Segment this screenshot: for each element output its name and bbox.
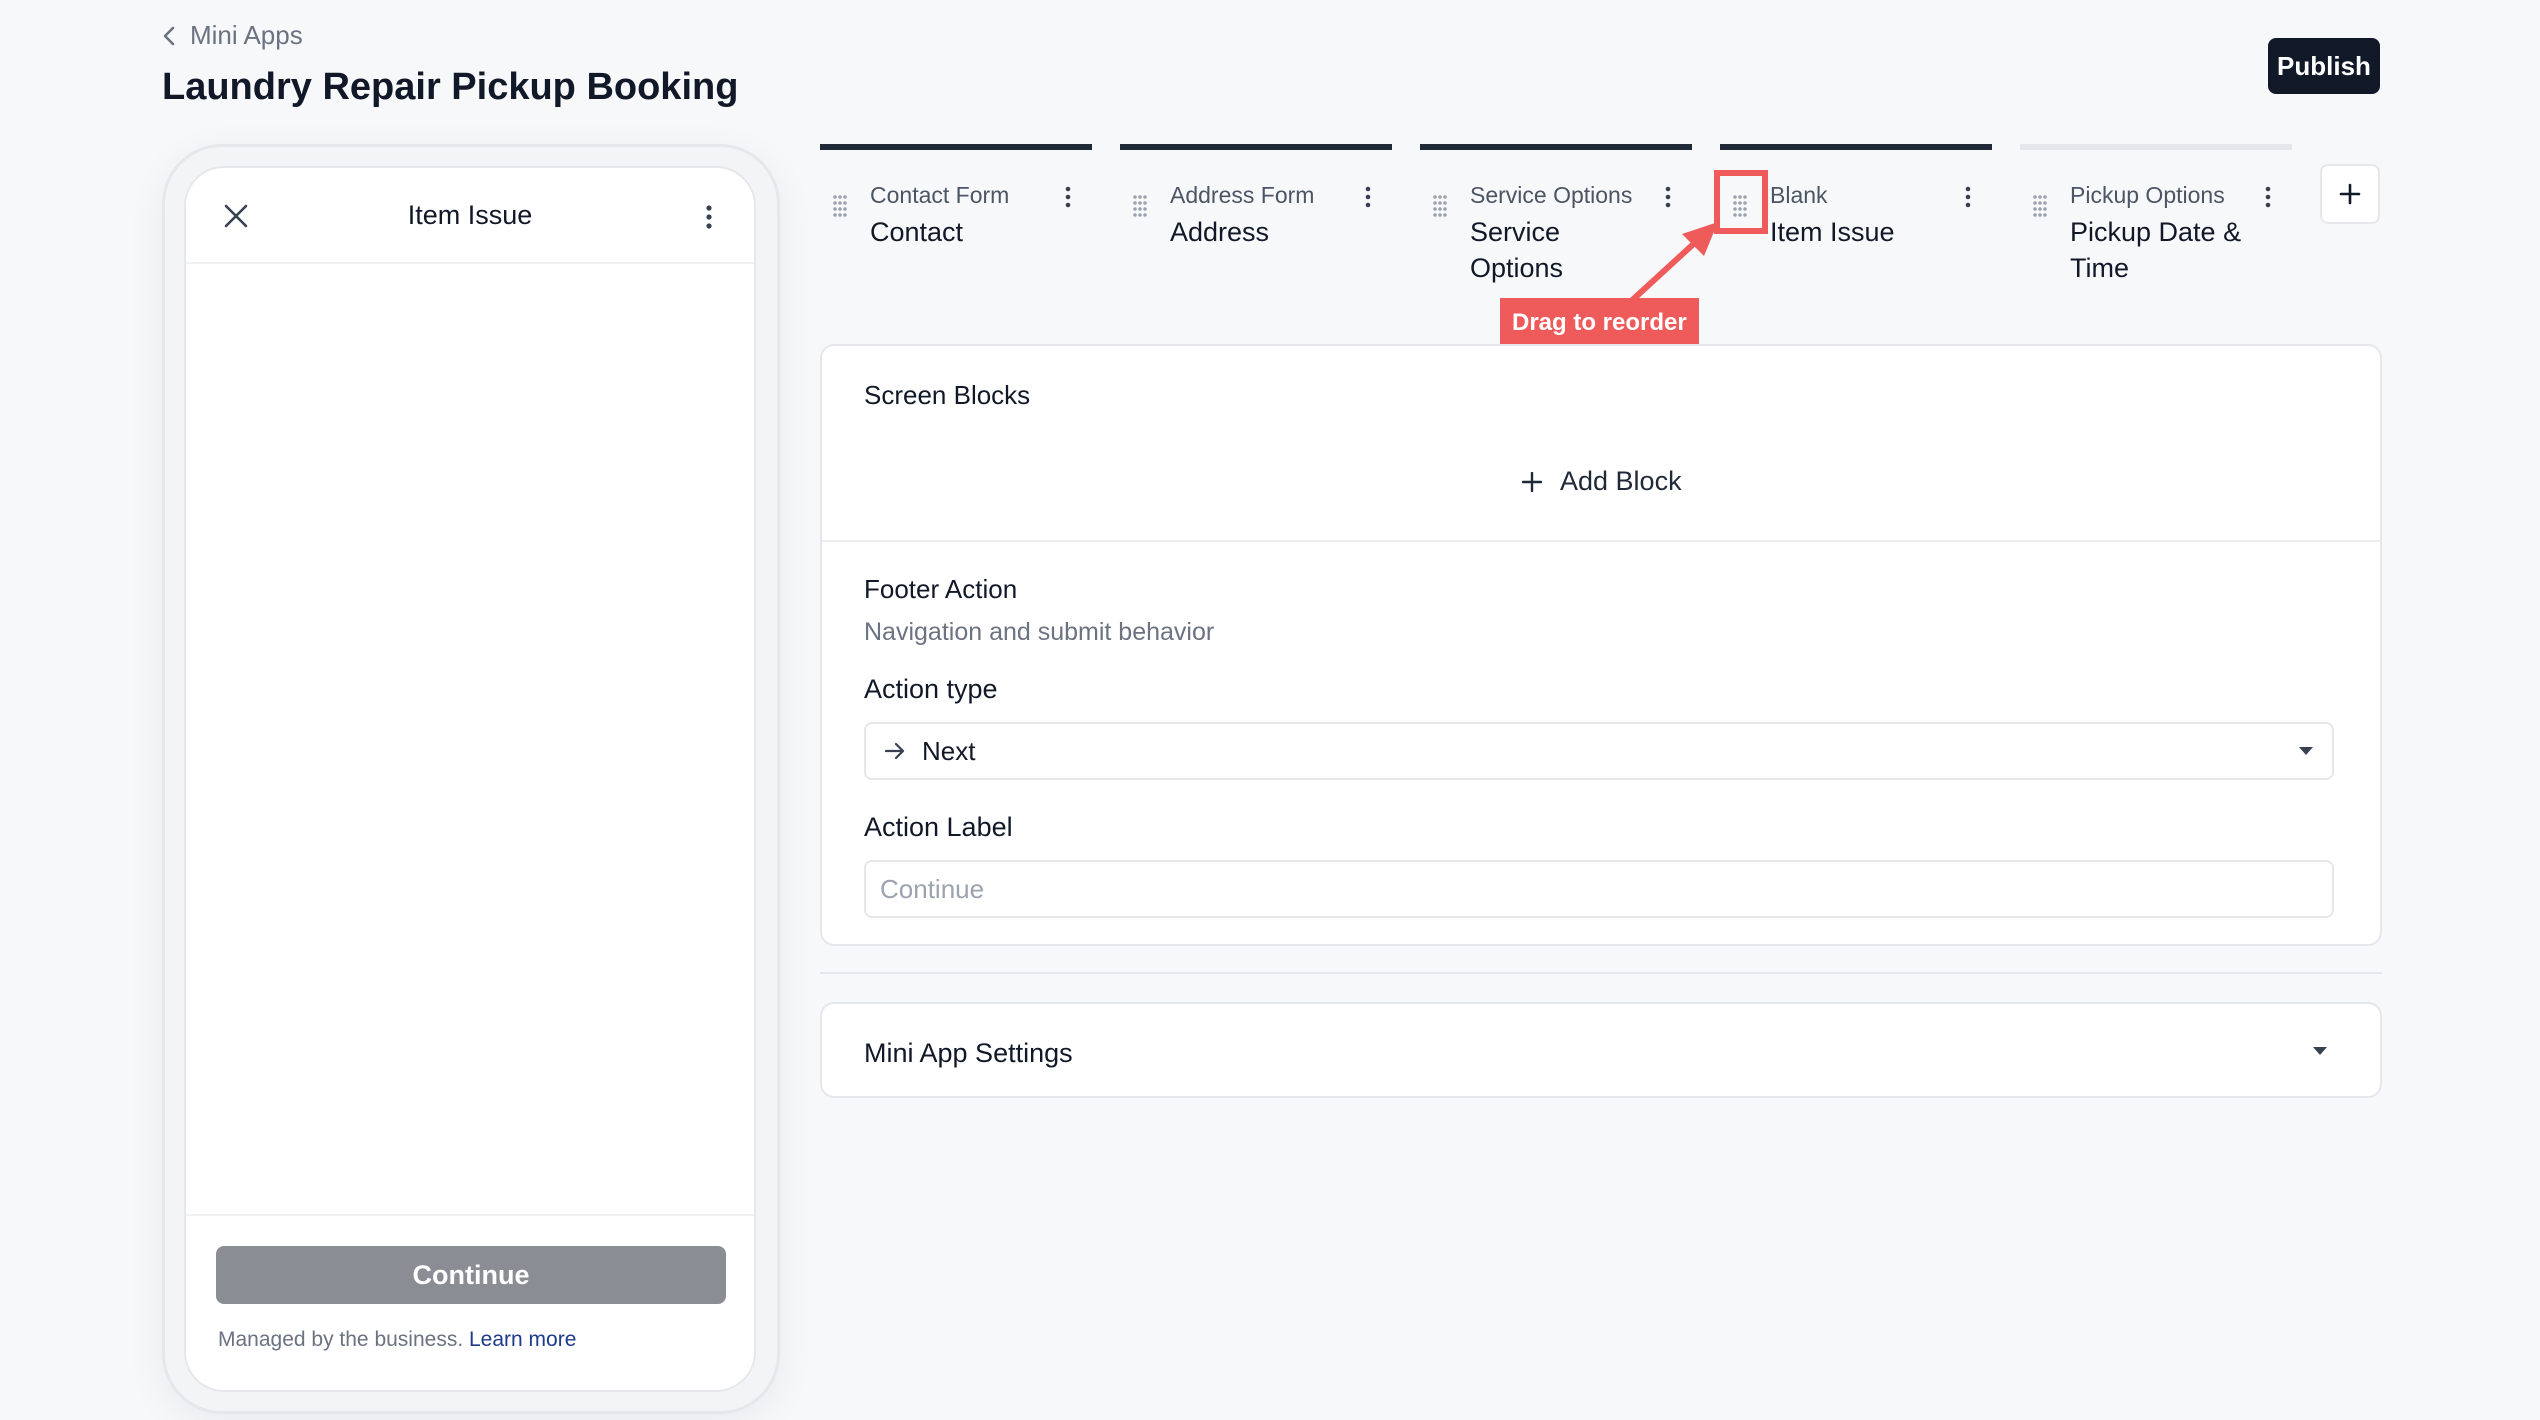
editor-card: Screen Blocks Add Block Footer Action Na… — [820, 344, 2382, 946]
plus-icon — [2339, 183, 2361, 205]
drag-handle-icon[interactable] — [832, 194, 848, 218]
tab-name-label: Service Options — [1470, 217, 1564, 283]
drag-handle-icon[interactable] — [1132, 194, 1148, 218]
kebab-icon[interactable] — [2264, 186, 2272, 208]
action-type-value: Next — [922, 735, 976, 766]
drag-handle-icon[interactable] — [2032, 194, 2048, 218]
drag-handle-icon[interactable] — [1432, 194, 1448, 218]
tab-name-label: Pickup Date & Time — [2070, 217, 2242, 283]
plus-icon — [1522, 471, 1542, 492]
caret-down-icon — [2312, 1046, 2328, 1056]
page-title: Laundry Repair Pickup Booking — [162, 66, 739, 108]
add-block-label: Add Block — [1560, 466, 1682, 496]
drag-handle-icon[interactable] — [1732, 194, 1748, 218]
kebab-icon[interactable] — [1964, 186, 1972, 208]
chevron-left-icon — [162, 25, 176, 47]
caret-down-icon — [2298, 746, 2314, 756]
add-block-button[interactable]: Add Block — [1522, 466, 1682, 497]
action-label-label: Action Label — [864, 812, 1013, 842]
annotation-label: Drag to reorder — [1500, 298, 1699, 348]
managed-text: Managed by the business. — [218, 1328, 469, 1351]
breadcrumb-label: Mini Apps — [190, 20, 303, 50]
breadcrumb[interactable]: Mini Apps — [162, 20, 303, 51]
screen-tab-service-options[interactable]: Service Options Service Options — [1420, 144, 1692, 294]
arrow-right-icon — [884, 741, 906, 761]
mini-app-settings-title: Mini App Settings — [864, 1038, 1073, 1068]
managed-notice: Managed by the business. Learn more — [218, 1328, 576, 1352]
action-type-label: Action type — [864, 674, 998, 704]
tab-type-label: Contact Form — [870, 182, 1010, 208]
kebab-icon[interactable] — [1364, 186, 1372, 208]
screen-blocks-title: Screen Blocks — [864, 380, 1031, 410]
publish-button[interactable]: Publish — [2268, 38, 2380, 94]
phone-screen: Item Issue Continue Managed by the busin… — [184, 166, 756, 1392]
tab-type-label: Blank — [1770, 182, 1828, 208]
tab-type-label: Pickup Options — [2070, 182, 2225, 208]
kebab-icon[interactable] — [704, 204, 714, 230]
tab-name-label: Item Issue — [1770, 217, 1895, 247]
footer-action-subtitle: Navigation and submit behavior — [864, 618, 1215, 646]
tab-type-label: Service Options — [1470, 182, 1633, 208]
preview-continue-button[interactable]: Continue — [216, 1246, 726, 1304]
phone-footer-divider — [186, 1214, 754, 1216]
tab-name-label: Address — [1170, 217, 1270, 247]
kebab-icon[interactable] — [1064, 186, 1072, 208]
tab-name-label: Contact — [870, 217, 964, 247]
section-divider — [822, 540, 2380, 542]
learn-more-link[interactable]: Learn more — [469, 1328, 576, 1351]
phone-header: Item Issue — [186, 168, 754, 264]
add-screen-button[interactable] — [2320, 164, 2380, 224]
action-type-select[interactable]: Next — [864, 722, 2334, 780]
phone-screen-title: Item Issue — [407, 200, 533, 230]
screen-tab-contact[interactable]: Contact Form Contact — [820, 144, 1092, 294]
tab-type-label: Address Form — [1170, 182, 1315, 208]
section-separator — [820, 972, 2382, 974]
action-label-input[interactable] — [864, 860, 2334, 918]
mini-app-settings-accordion[interactable]: Mini App Settings — [820, 1002, 2382, 1098]
screen-tab-pickup-date-time[interactable]: Pickup Options Pickup Date & Time — [2020, 144, 2292, 294]
screen-tab-address[interactable]: Address Form Address — [1120, 144, 1392, 294]
screen-tab-item-issue[interactable]: Blank Item Issue — [1720, 144, 1992, 294]
kebab-icon[interactable] — [1664, 186, 1672, 208]
footer-action-title: Footer Action — [864, 574, 1018, 604]
